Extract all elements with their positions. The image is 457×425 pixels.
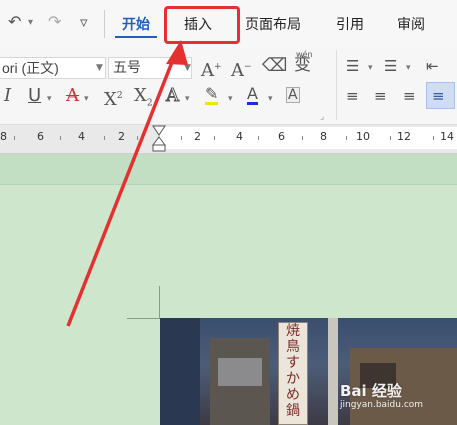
ruler-tick xyxy=(60,136,61,140)
ruler-tick xyxy=(258,136,259,140)
font-color-icon[interactable]: A xyxy=(247,86,258,105)
underline-icon[interactable]: U xyxy=(28,86,41,106)
font-size-select[interactable]: 五号 xyxy=(108,57,192,79)
tab-bar: ↶ ▾ ↷ ▿ 开始 插入 页面布局 引用 审阅 xyxy=(0,0,457,46)
ribbon-group-divider xyxy=(336,50,337,120)
font-size-dropdown-icon[interactable]: ▼ xyxy=(184,63,191,73)
tab-home[interactable]: 开始 xyxy=(122,14,150,34)
highlight-dropdown-icon[interactable]: ▾ xyxy=(228,94,233,104)
watermark-url: jingyan.baidu.com xyxy=(340,400,424,410)
subscript-icon[interactable]: X2 xyxy=(134,86,153,114)
grow-font-icon[interactable]: A+ xyxy=(201,57,222,81)
ruler-tick xyxy=(14,136,15,140)
utility-pole xyxy=(328,318,338,425)
text-effect-dropdown-icon[interactable]: ▾ xyxy=(185,94,190,104)
ruler-label: 10 xyxy=(356,130,370,143)
undo-dropdown-icon[interactable]: ▾ xyxy=(28,17,33,28)
building-left xyxy=(160,318,200,425)
toolbar-divider xyxy=(104,10,105,38)
ruler-label: 12 xyxy=(397,130,411,143)
ruler-text-area xyxy=(160,127,457,149)
window xyxy=(218,358,262,386)
ruler-tick xyxy=(181,136,182,140)
align-center-icon[interactable]: ≡ xyxy=(374,86,387,106)
undo-icon[interactable]: ↶ xyxy=(8,12,21,31)
text-effect-icon[interactable]: A xyxy=(166,85,180,106)
ruler-label: 4 xyxy=(236,130,243,143)
tab-references[interactable]: 引用 xyxy=(336,14,364,34)
numbered-list-dropdown-icon[interactable]: ▾ xyxy=(406,63,411,73)
home-ribbon: ori (正文) ▼ 五号 ▼ A+ A− ⌫ 变 wén I U ▾ A ▾ … xyxy=(0,46,457,125)
decrease-indent-icon[interactable]: ⇤ xyxy=(426,56,439,76)
phonetic-guide-label: wén xyxy=(296,50,313,59)
active-tab-indicator xyxy=(115,36,157,38)
redo-icon[interactable]: ↷ xyxy=(48,12,61,31)
ruler-tick xyxy=(137,136,138,140)
align-left-icon[interactable]: ≡ xyxy=(346,86,359,106)
ruler-label: 14 xyxy=(440,130,454,143)
horizontal-ruler[interactable]: 8 6 4 2 2 4 6 8 10 12 14 xyxy=(0,125,457,154)
tab-page-layout[interactable]: 页面布局 xyxy=(245,14,301,34)
strikethrough-dropdown-icon[interactable]: ▾ xyxy=(84,94,89,104)
bullet-list-icon[interactable]: ☰ xyxy=(346,56,359,76)
ruler-label: 4 xyxy=(78,130,85,143)
ruler-tick xyxy=(104,136,105,140)
ruler-label: 8 xyxy=(320,130,327,143)
highlight-icon[interactable]: ✎ xyxy=(205,86,219,105)
italic-icon[interactable]: I xyxy=(4,86,11,106)
page-gap-band xyxy=(0,154,457,185)
font-name-select[interactable]: ori (正文) xyxy=(0,57,106,79)
customize-quick-access-icon[interactable]: ▿ xyxy=(80,13,88,31)
font-color-dropdown-icon[interactable]: ▾ xyxy=(268,94,273,104)
tab-review[interactable]: 审阅 xyxy=(397,14,425,34)
shop-sign: 焼 鳥 す か め 鍋 xyxy=(278,322,308,425)
insert-tab-highlight xyxy=(164,6,240,44)
align-right-icon[interactable]: ≡ xyxy=(403,86,416,106)
font-dialog-launcher-icon[interactable]: ⌟ xyxy=(320,112,324,122)
ruler-label: 2 xyxy=(118,130,125,143)
ruler-label: 6 xyxy=(37,130,44,143)
shrink-font-icon[interactable]: A− xyxy=(231,57,252,81)
underline-dropdown-icon[interactable]: ▾ xyxy=(47,94,52,104)
justify-icon: ≡ xyxy=(432,87,445,105)
ruler-tick xyxy=(433,136,434,140)
clear-format-icon[interactable]: ⌫ xyxy=(262,56,287,76)
superscript-icon[interactable]: X2 xyxy=(104,86,123,110)
strikethrough-icon[interactable]: A xyxy=(66,86,79,106)
character-shading-icon[interactable]: A xyxy=(286,87,300,103)
numbered-list-icon[interactable]: ☰ xyxy=(384,56,397,76)
indent-marker-icon[interactable] xyxy=(152,125,166,153)
bullet-list-dropdown-icon[interactable]: ▾ xyxy=(368,63,373,73)
ruler-tick xyxy=(214,136,215,140)
ruler-label: 8 xyxy=(0,130,7,143)
watermark-logo: Bai 经验 xyxy=(340,382,402,400)
ruler-tick xyxy=(390,136,391,140)
crop-mark xyxy=(127,318,160,319)
crop-mark xyxy=(159,286,160,318)
ruler-tick xyxy=(346,136,347,140)
ruler-label: 6 xyxy=(278,130,285,143)
font-name-dropdown-icon[interactable]: ▼ xyxy=(96,63,103,73)
ruler-label: 2 xyxy=(194,130,201,143)
ruler-tick xyxy=(302,136,303,140)
